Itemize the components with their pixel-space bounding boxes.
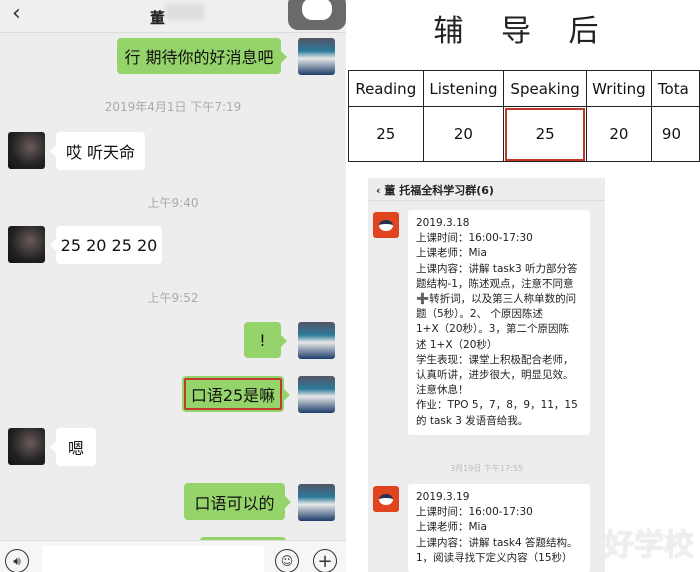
message-line: 学生表现：课堂上积极配合老师， bbox=[416, 353, 574, 366]
header-writing: Writing bbox=[585, 70, 652, 107]
message-bubble: 口语可以的 bbox=[184, 483, 291, 520]
private-chat-screenshot: ‹ 董 行 期待你的好消息吧 2019年4月1日 下午7:19 哎 听天命 上午… bbox=[0, 0, 346, 572]
chat-header: ‹ 董 bbox=[0, 0, 346, 33]
timestamp: 上午9:52 bbox=[147, 291, 199, 305]
back-chevron-icon[interactable]: ‹ bbox=[12, 1, 21, 26]
my-avatar[interactable] bbox=[298, 484, 335, 521]
my-avatar[interactable] bbox=[298, 38, 335, 75]
score-table: Reading Listening Speaking Writing Tota … bbox=[348, 70, 700, 162]
message-line: 上课时间：16:00-17:30 bbox=[416, 506, 533, 519]
input-bar: 🔊︎ ☺ + bbox=[0, 540, 346, 572]
score-writing: 20 bbox=[585, 106, 652, 162]
plus-icon[interactable]: + bbox=[313, 549, 337, 572]
message-line: 1，阅读寻找下定义内容（15秒） bbox=[416, 551, 573, 564]
timestamp: 2019年4月1日 下午7:19 bbox=[104, 100, 242, 114]
contact-avatar[interactable] bbox=[8, 428, 45, 465]
message-line: 2019.3.18 bbox=[416, 217, 470, 229]
message-line: 认真听讲，进步很大，明显见效。 bbox=[416, 369, 574, 382]
message-line: 上课内容：讲解 task4 答题结构。 bbox=[416, 536, 578, 549]
score-total: 90 bbox=[650, 106, 700, 162]
group-chat-header: ‹ 董 托福全科学习群(6) bbox=[368, 178, 605, 201]
watermark-logo: 好学校 bbox=[604, 528, 694, 563]
message-line: 题结构-1，陈述观点，注意不同意 bbox=[416, 277, 574, 290]
voice-icon[interactable]: 🔊︎ bbox=[5, 549, 29, 572]
message-line: 2019.3.19 bbox=[416, 491, 470, 503]
header-listening: Listening bbox=[422, 70, 505, 107]
header-reading: Reading bbox=[348, 70, 424, 107]
header-total: Tota bbox=[650, 70, 700, 107]
score-listening: 20 bbox=[422, 106, 505, 162]
message-bubble: ! bbox=[244, 322, 287, 358]
message-line: 上课老师：Mia bbox=[416, 247, 487, 260]
group-chat-screenshot: ‹ 董 托福全科学习群(6) 2019.3.18 上课时间：16:00-17:30… bbox=[368, 178, 605, 572]
message-line: 注意休息！ bbox=[416, 384, 469, 397]
header-speaking: Speaking bbox=[503, 70, 587, 107]
message-bubble: 25 20 25 20 bbox=[50, 226, 162, 264]
lesson-report-message: 2019.3.18 上课时间：16:00-17:30 上课老师：Mia 上课内容：讲解… bbox=[408, 210, 590, 435]
message-line: 述 1+X（20秒） bbox=[416, 338, 498, 351]
timestamp: 上午9:40 bbox=[147, 196, 199, 210]
message-line: 上课时间：16:00-17:30 bbox=[416, 232, 533, 245]
contact-avatar[interactable] bbox=[8, 226, 45, 263]
results-panel: 辅 导 后 Reading Listening Speaking Writing… bbox=[346, 0, 700, 572]
message-line: 上课老师：Mia bbox=[416, 521, 487, 534]
name-blur bbox=[166, 4, 204, 20]
message-line: ➕转折词，以及第三人称单数的问 bbox=[416, 293, 577, 306]
message-line: 题（5秒）。2、 个原因陈述 bbox=[416, 308, 543, 321]
message-line: 作业：TPO 5，7，8，9，11，15 bbox=[416, 399, 578, 412]
message-input[interactable] bbox=[42, 546, 264, 572]
my-avatar[interactable] bbox=[298, 376, 335, 413]
contact-name: 董 bbox=[150, 9, 166, 27]
floating-window-icon[interactable] bbox=[288, 0, 346, 30]
message-line: 1+X（20秒）。3，第二个原因陈 bbox=[416, 323, 569, 336]
timestamp: 3月19日 下午17:55 bbox=[450, 464, 523, 473]
message-bubble: 行 期待你的好消息吧 bbox=[117, 38, 287, 74]
message-line: 的 task 3 发语音给我。 bbox=[416, 414, 529, 427]
emoji-icon[interactable]: ☺ bbox=[275, 549, 299, 572]
teacher-avatar[interactable] bbox=[373, 486, 399, 512]
contact-avatar[interactable] bbox=[8, 132, 45, 169]
my-avatar[interactable] bbox=[298, 322, 335, 359]
panel-title: 辅 导 后 bbox=[433, 14, 613, 49]
message-bubble: 哎 听天命 bbox=[50, 132, 145, 170]
teacher-avatar[interactable] bbox=[373, 212, 399, 238]
lesson-report-message: 2019.3.19 上课时间：16:00-17:30 上课老师：Mia 上课内容：讲解… bbox=[408, 484, 590, 572]
group-title: 董 托福全科学习群(6) bbox=[384, 184, 494, 197]
score-reading: 25 bbox=[348, 106, 424, 162]
score-speaking: 25 bbox=[503, 106, 587, 162]
message-line: 上课内容：讲解 task3 听力部分答 bbox=[416, 262, 578, 275]
message-bubble: 嗯 bbox=[50, 428, 96, 466]
highlighted-message-bubble: 口语25是嘛 bbox=[182, 376, 290, 412]
